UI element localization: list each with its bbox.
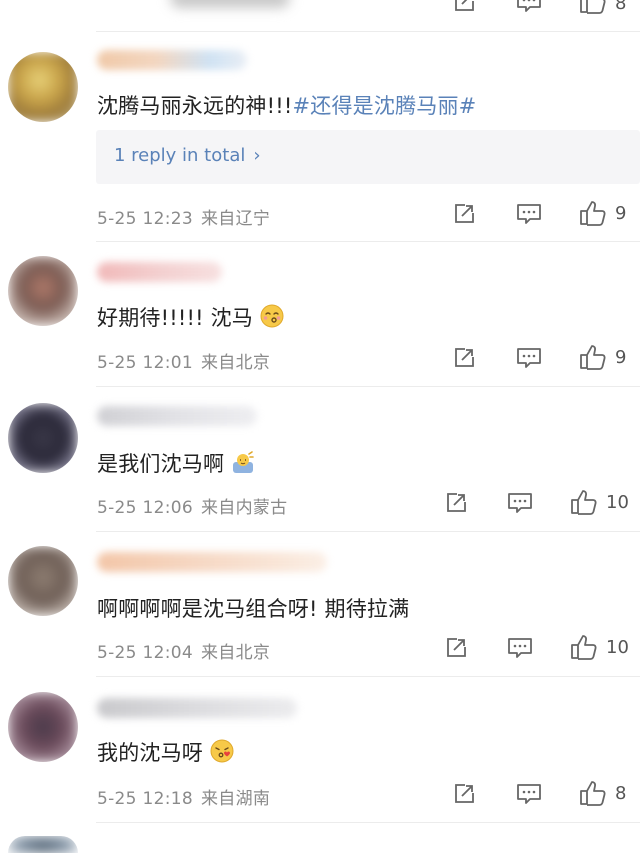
location: 来自湖南 (200, 789, 271, 809)
partial-username-blur (170, 0, 290, 8)
comment-icon[interactable] (516, 346, 542, 370)
comment-icon[interactable] (516, 202, 542, 226)
comment-meta: 5-25 12:18 来自湖南 (97, 784, 270, 809)
share-icon[interactable] (452, 782, 476, 806)
comment-icon[interactable] (507, 491, 533, 515)
username-blurred[interactable] (97, 552, 327, 572)
username-blurred[interactable] (97, 262, 222, 282)
avatar[interactable] (8, 52, 78, 122)
share-icon[interactable] (444, 491, 468, 515)
like-count: 8 (615, 783, 627, 804)
comment-text: 沈腾马丽永远的神!!!#还得是沈腾马丽# (97, 90, 476, 120)
timestamp: 5-25 12:23 (97, 209, 193, 229)
like-count: 10 (606, 492, 629, 513)
avatar[interactable] (8, 256, 78, 326)
waving-person-emoji (231, 450, 255, 479)
thumbs-up-icon[interactable] (579, 0, 607, 14)
thumbs-up-icon[interactable] (570, 634, 598, 660)
thumbs-up-icon[interactable] (579, 344, 607, 370)
comment-text: 啊啊啊啊是沈马组合呀! 期待拉满 (97, 593, 409, 623)
timestamp: 5-25 12:04 (97, 643, 193, 663)
like-count: 9 (615, 203, 627, 224)
comment-body: 沈腾马丽永远的神!!! (97, 94, 293, 118)
divider (96, 241, 640, 242)
divider (96, 676, 640, 677)
reply-count-link[interactable]: 1 reply in total › (114, 145, 261, 166)
location: 来自北京 (200, 643, 271, 663)
timestamp: 5-25 12:01 (97, 353, 193, 373)
chevron-right-icon: › (253, 145, 261, 166)
comment-body: 好期待!!!!! 沈马 (97, 306, 253, 330)
comment-meta: 5-25 12:23 来自辽宁 (97, 204, 270, 229)
comment-text: 是我们沈马啊 (97, 448, 255, 479)
like-count: 9 (615, 347, 627, 368)
location: 来自北京 (200, 353, 271, 373)
comment-meta: 5-25 12:06 来自内蒙古 (97, 493, 287, 518)
comment-body: 是我们沈马啊 (97, 452, 225, 476)
divider (96, 531, 640, 532)
kissing-face-emoji (260, 304, 284, 333)
username-blurred[interactable] (97, 406, 257, 426)
avatar[interactable] (8, 403, 78, 473)
divider (96, 386, 640, 387)
thumbs-up-icon[interactable] (570, 489, 598, 515)
timestamp: 5-25 12:18 (97, 789, 193, 809)
thumbs-up-icon[interactable] (579, 200, 607, 226)
kiss-heart-face-emoji (210, 739, 234, 768)
like-count: 8 (615, 0, 627, 14)
comment-text: 我的沈马呀 (97, 737, 234, 768)
comment-meta: 5-25 12:04 来自北京 (97, 638, 270, 663)
hashtag-link[interactable]: #还得是沈腾马丽# (292, 94, 476, 118)
reply-summary-box[interactable]: 1 reply in total › (96, 130, 640, 184)
share-icon[interactable] (452, 202, 476, 226)
divider (96, 31, 640, 32)
comment-text: 好期待!!!!! 沈马 (97, 302, 284, 333)
comment-body: 我的沈马呀 (97, 741, 203, 765)
share-icon[interactable] (452, 0, 476, 14)
divider (96, 822, 640, 823)
avatar[interactable] (8, 692, 78, 762)
avatar[interactable] (8, 546, 78, 616)
comment-icon[interactable] (516, 0, 542, 14)
share-icon[interactable] (444, 636, 468, 660)
partial-comment-top: 8 (0, 0, 640, 30)
comment-meta: 5-25 12:01 来自北京 (97, 348, 270, 373)
location: 来自辽宁 (200, 209, 271, 229)
location: 来自内蒙古 (200, 498, 288, 518)
like-count: 10 (606, 637, 629, 658)
username-blurred[interactable] (97, 698, 297, 718)
comment-icon[interactable] (507, 636, 533, 660)
comment-body: 啊啊啊啊是沈马组合呀! 期待拉满 (97, 597, 410, 621)
share-icon[interactable] (452, 346, 476, 370)
thumbs-up-icon[interactable] (579, 780, 607, 806)
avatar[interactable] (8, 836, 78, 853)
username-blurred[interactable] (97, 50, 247, 70)
comment-icon[interactable] (516, 782, 542, 806)
timestamp: 5-25 12:06 (97, 498, 193, 518)
reply-count-label: 1 reply in total (114, 145, 246, 166)
